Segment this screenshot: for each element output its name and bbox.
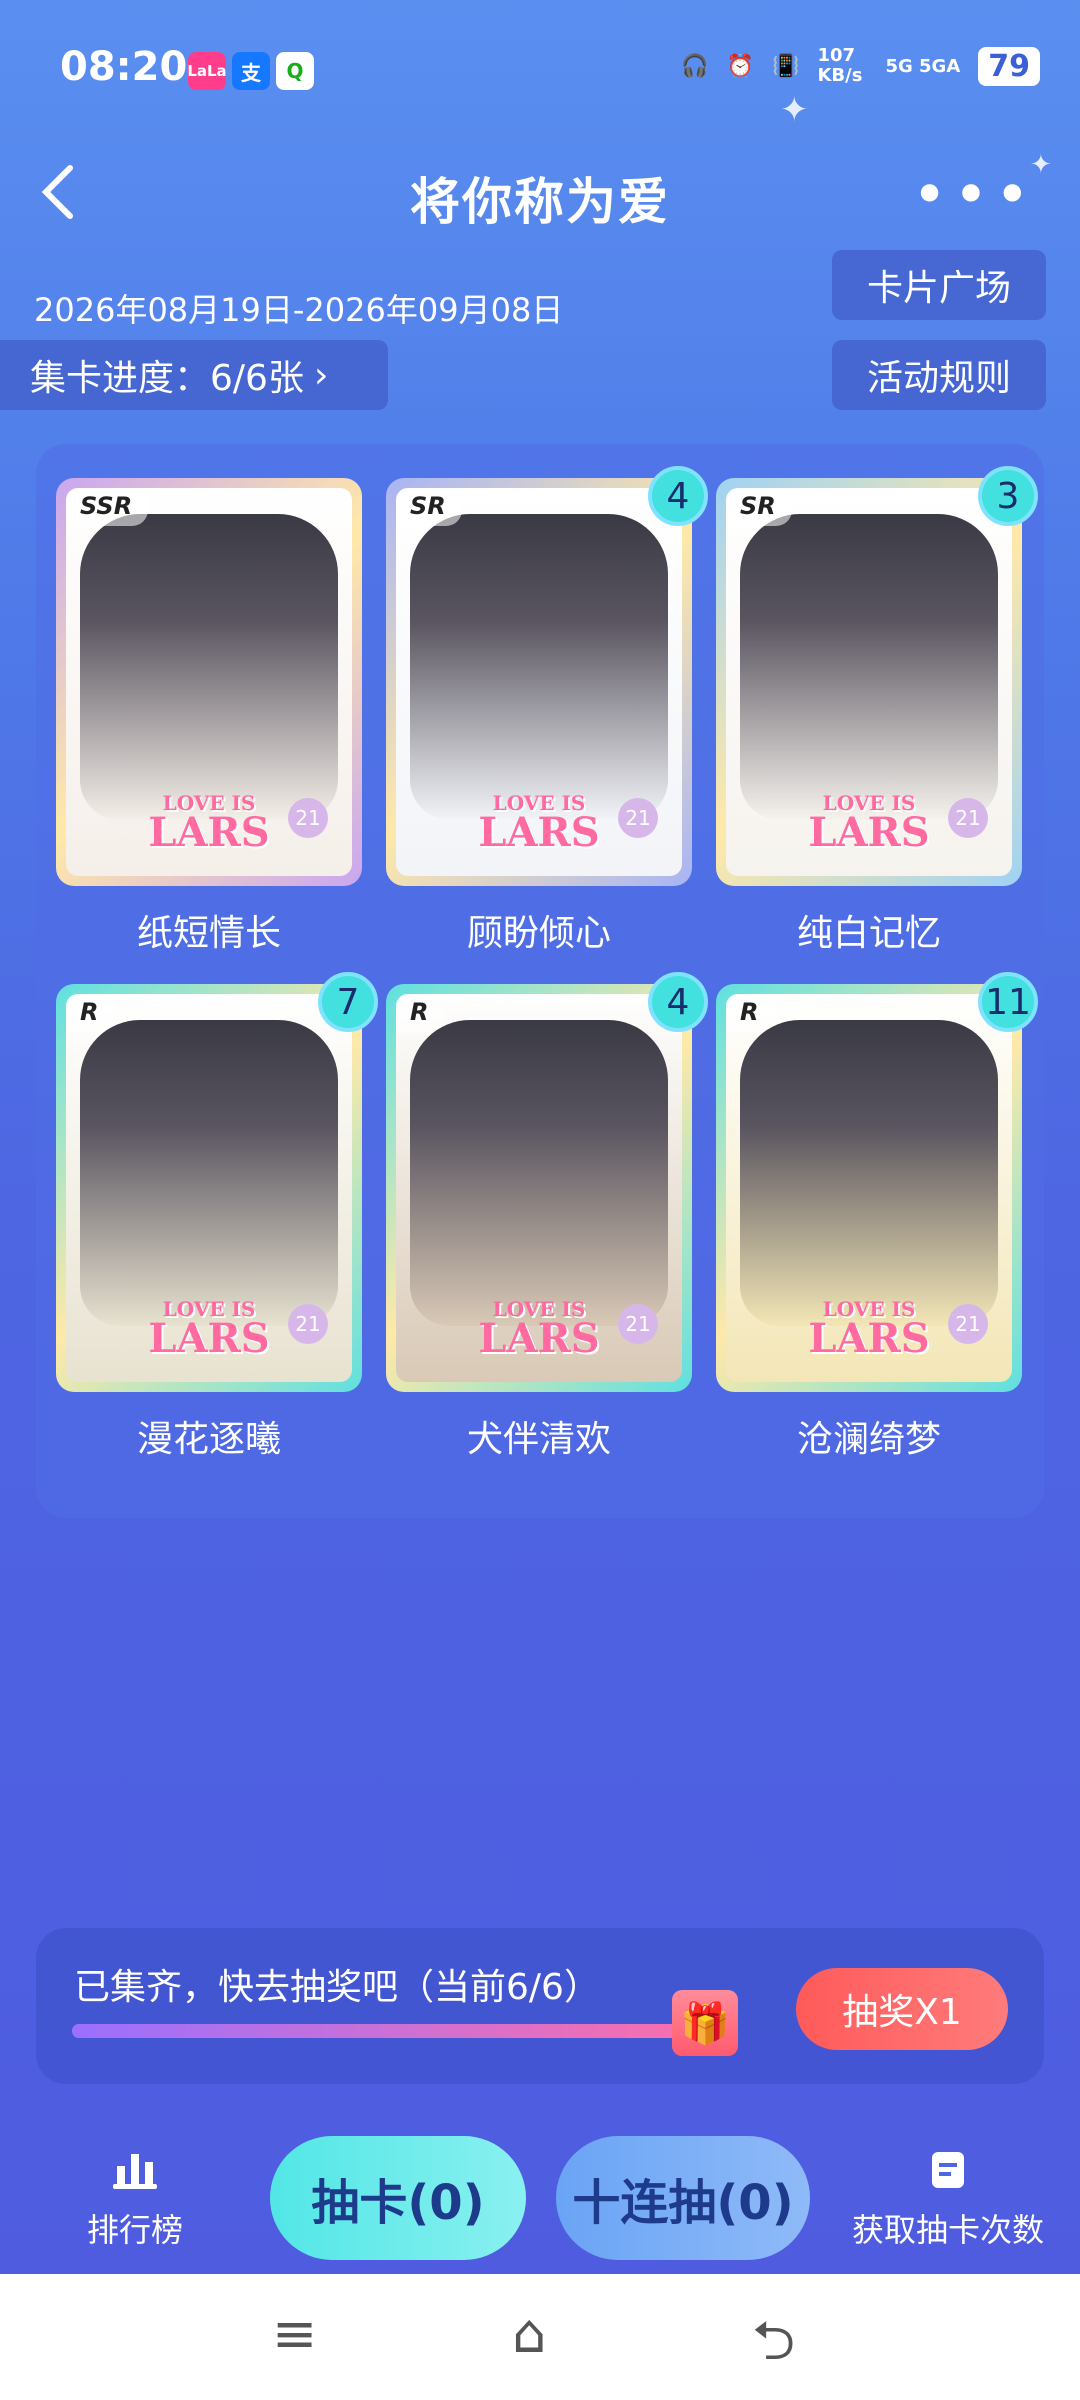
lottery-status-text: 已集齐，快去抽奖吧（当前6/6） [74,1967,600,2008]
alipay-app-icon: 支 [232,52,270,90]
card-name: 纸短情长 [136,913,281,954]
draw-ten-button[interactable]: 十连抽(0) [556,2136,810,2260]
card-frame: SR LOVE IS LARS 21 [726,488,1012,876]
more-dots-icon: ••• [911,160,1036,230]
get-chances-button[interactable]: 获取抽卡次数 [838,2150,1058,2251]
card-number-badge: 21 [948,798,988,838]
network-speed: 107 KB/s [817,45,863,86]
card-item[interactable]: SSR LOVE IS LARS 21 [56,478,362,886]
signal-icon: 5G 5GA [885,55,961,77]
home-icon[interactable]: ⌂ [512,2302,546,2365]
card-item[interactable]: R LOVE IS LARS 21 [386,984,692,1392]
lottery-button[interactable]: 抽奖X1 [796,1968,1008,2050]
lottery-progress-fill [72,2024,730,2038]
lottery-panel: 已集齐，快去抽奖吧（当前6/6） 🎁 抽奖X1 [36,1928,1044,2084]
status-right: 🎧 ⏰ 📳 107 KB/s 5G 5GA 79 [681,46,1040,86]
card-frame: SR LOVE IS LARS 21 [396,488,682,876]
card-photo [80,514,338,820]
card-number-badge: 21 [288,798,328,838]
card-item[interactable]: SR LOVE IS LARS 21 [716,478,1022,886]
card-number-badge: 21 [288,1304,328,1344]
rarity-badge: SSR [66,488,149,526]
card-item[interactable]: SR LOVE IS LARS 21 [386,478,692,886]
card-photo [410,514,668,820]
card-count-badge: 3 [978,466,1038,526]
card-photo [410,1020,668,1326]
chevron-right-icon: › [313,354,329,396]
card-photo [740,514,998,820]
lottery-progress-bar [72,2024,730,2038]
card-photo [80,1020,338,1326]
card-count-badge: 4 [648,466,708,526]
card-count-badge: 4 [648,972,708,1032]
rarity-badge: R [66,994,115,1032]
chat-app-icon: Q [276,52,314,90]
card-frame: R LOVE IS LARS 21 [726,994,1012,1382]
card-name: 沧澜绮梦 [796,1419,941,1460]
card-name: 犬伴清欢 [466,1419,611,1460]
document-icon [838,2150,1058,2201]
card-name: 纯白记忆 [796,913,941,954]
card-name: 顾盼倾心 [466,913,611,954]
status-bar: 08:20 LaLa 支 Q 🎧 ⏰ 📳 107 KB/s 5G 5GA 79 [0,0,1080,140]
card-name: 漫花逐曦 [136,1419,281,1460]
rarity-badge: SR [726,488,792,526]
ranking-button[interactable]: 排行榜 [70,2150,200,2251]
more-button[interactable]: ••• [912,160,1036,230]
card-number-badge: 21 [948,1304,988,1344]
bar-chart-icon [70,2150,200,2201]
card-count-badge: 11 [978,972,1038,1032]
card-item[interactable]: R LOVE IS LARS 21 [56,984,362,1392]
collection-progress-button[interactable]: 集卡进度：6/6张 › [0,340,388,410]
vibrate-icon: 📳 [772,53,800,79]
gift-icon: 🎁 [672,1990,738,2056]
card-plaza-button[interactable]: 卡片广场 [832,250,1046,320]
collection-progress-label: 集卡进度：6/6张 [30,358,304,399]
status-time: 08:20 [60,44,188,90]
card-photo [740,1020,998,1326]
rules-button[interactable]: 活动规则 [832,340,1046,410]
card-number-badge: 21 [618,1304,658,1344]
back-nav-icon[interactable]: ⮌ [752,2302,795,2394]
rarity-badge: R [726,994,775,1032]
ranking-label: 排行榜 [86,2211,183,2249]
card-frame: SSR LOVE IS LARS 21 [66,488,352,876]
card-count-badge: 7 [318,972,378,1032]
headphone-icon: 🎧 [681,53,709,79]
lala-app-icon: LaLa [187,52,227,90]
card-frame: R LOVE IS LARS 21 [66,994,352,1382]
card-number-badge: 21 [618,798,658,838]
card-grid-panel: SSR LOVE IS LARS 21 SR LOVE IS LARS 21 SR … [36,444,1044,1518]
alarm-icon: ⏰ [726,53,755,79]
card-frame: R LOVE IS LARS 21 [396,994,682,1382]
get-chances-label: 获取抽卡次数 [851,2211,1044,2249]
system-nav-bar: ≡ ⌂ ⮌ [0,2274,1080,2400]
rarity-badge: SR [396,488,462,526]
battery-icon: 79 [978,46,1040,86]
card-item[interactable]: R LOVE IS LARS 21 [716,984,1022,1392]
draw-card-button[interactable]: 抽卡(0) [270,2136,526,2260]
menu-icon[interactable]: ≡ [272,2302,317,2365]
activity-dates: 2026年08月19日-2026年09月08日 [34,291,564,329]
rarity-badge: R [396,994,445,1032]
